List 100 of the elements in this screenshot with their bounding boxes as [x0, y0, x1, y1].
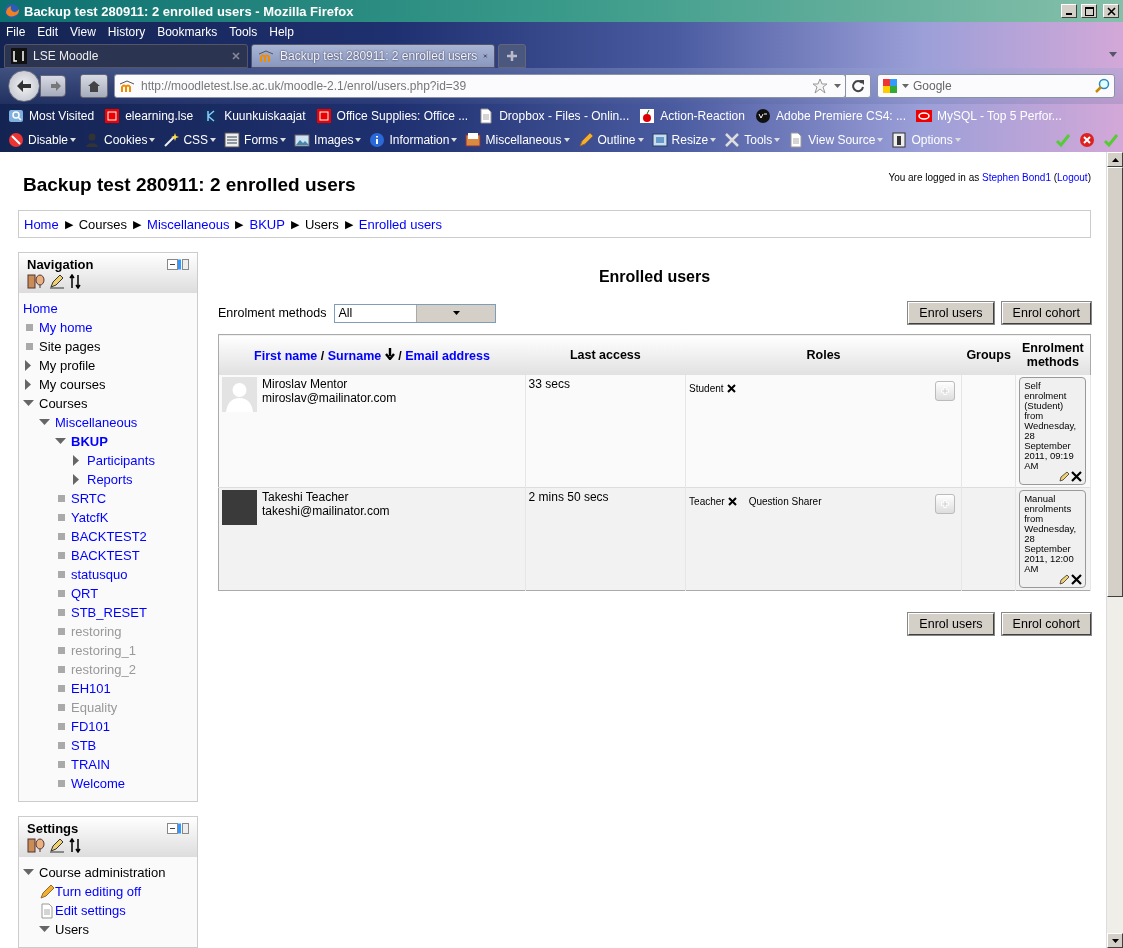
enrolment-methods-select[interactable]: All: [334, 303, 497, 323]
search-icon[interactable]: [1094, 78, 1110, 94]
nav-item[interactable]: QRT: [71, 586, 99, 601]
nav-item[interactable]: BKUP: [71, 434, 108, 449]
collapsed-arrow-icon[interactable]: [71, 455, 82, 466]
close-button[interactable]: [1103, 4, 1119, 18]
nav-item[interactable]: Site pages: [39, 339, 101, 354]
scrollbar[interactable]: [1106, 152, 1123, 948]
toolbar-menu[interactable]: Resize: [651, 132, 717, 148]
expanded-arrow-icon[interactable]: [23, 867, 34, 878]
action-button[interactable]: Enrol cohort: [1001, 613, 1091, 635]
expanded-arrow-icon[interactable]: [23, 398, 34, 409]
menu-item[interactable]: History: [107, 25, 146, 39]
back-button[interactable]: [8, 70, 40, 102]
nav-item[interactable]: BACKTEST2: [71, 529, 147, 544]
home-button[interactable]: [80, 74, 108, 98]
expanded-arrow-icon[interactable]: [39, 924, 50, 935]
link[interactable]: Logout: [1057, 172, 1088, 183]
nav-item[interactable]: Miscellaneous: [55, 415, 138, 430]
nav-item[interactable]: Welcome: [71, 776, 125, 791]
nav-item[interactable]: Users: [55, 922, 89, 937]
address-bar[interactable]: http://moodletest.lse.ac.uk/moodle-2.1/enrol/users.php?id=39: [114, 74, 846, 98]
dropdown-arrow-icon[interactable]: [902, 84, 909, 88]
breadcrumb-link[interactable]: BKUP: [249, 216, 285, 232]
address-field[interactable]: http://moodletest.lse.ac.uk/moodle-2.1/enrol/users.php?id=39: [141, 79, 806, 93]
toolbar-menu[interactable]: Disable: [8, 132, 77, 148]
sort-link[interactable]: Email address: [405, 348, 490, 363]
menu-item[interactable]: Help: [269, 25, 294, 39]
nav-item[interactable]: My courses: [39, 377, 106, 392]
edit-icon[interactable]: [49, 274, 65, 289]
toolbar-menu[interactable]: Tools: [724, 132, 781, 148]
reload-button[interactable]: [845, 74, 871, 98]
edit-icon[interactable]: [1059, 574, 1071, 585]
toolbar-menu[interactable]: Forms: [224, 132, 287, 148]
search-field[interactable]: Google: [913, 79, 1090, 93]
bookmark[interactable]: Action-Reaction: [639, 108, 745, 124]
nav-item[interactable]: My home: [39, 320, 93, 335]
nav-item[interactable]: My profile: [39, 358, 96, 373]
nav-item[interactable]: Edit settings: [55, 903, 126, 918]
remove-icon[interactable]: [727, 497, 737, 506]
nav-item[interactable]: Reports: [87, 472, 133, 487]
delete-icon[interactable]: [1071, 471, 1083, 482]
menu-item[interactable]: Edit: [37, 25, 59, 39]
bookmark[interactable]: Dropbox - Files - Onlin...: [478, 108, 630, 124]
dock-icon[interactable]: [167, 258, 189, 271]
nav-item[interactable]: Participants: [87, 453, 155, 468]
toolbar-menu[interactable]: Information: [369, 132, 458, 148]
nav-item[interactable]: Courses: [39, 396, 88, 411]
toolbar-menu[interactable]: Images: [294, 132, 362, 148]
nav-item[interactable]: Home: [23, 301, 58, 316]
maximize-button[interactable]: [1081, 4, 1097, 18]
breadcrumb-link[interactable]: Home: [24, 216, 59, 232]
remove-icon[interactable]: [726, 384, 736, 393]
bookmark[interactable]: Most Visited: [8, 108, 95, 124]
nav-item[interactable]: YatcfK: [71, 510, 109, 525]
menu-item[interactable]: Bookmarks: [157, 25, 218, 39]
bookmark[interactable]: Kuunkuiskaajat: [203, 108, 306, 124]
toolbar-menu[interactable]: View Source: [788, 132, 884, 148]
action-button[interactable]: Enrol cohort: [1001, 302, 1091, 324]
close-tab-icon[interactable]: [231, 51, 241, 61]
move-icon[interactable]: [69, 838, 81, 853]
close-tab-icon[interactable]: [483, 51, 488, 61]
browser-tab[interactable]: LSE Moodle: [4, 44, 248, 68]
toolbar-menu[interactable]: Outline: [577, 132, 644, 148]
nav-item[interactable]: statusquo: [71, 567, 128, 582]
toolbar-menu[interactable]: Cookies: [84, 132, 156, 148]
search-bar[interactable]: Google: [877, 74, 1115, 98]
breadcrumb-link[interactable]: Miscellaneous: [147, 216, 230, 232]
edit-icon[interactable]: [1059, 471, 1071, 482]
edit-icon[interactable]: [49, 838, 65, 853]
nav-item[interactable]: BACKTEST: [71, 548, 140, 563]
menu-item[interactable]: File: [6, 25, 26, 39]
nav-item[interactable]: FD101: [71, 719, 111, 734]
toolbar-menu[interactable]: CSS: [163, 132, 217, 148]
expanded-arrow-icon[interactable]: [55, 436, 66, 447]
new-tab-button[interactable]: [498, 44, 526, 68]
delete-icon[interactable]: [1071, 574, 1083, 585]
dock-icon[interactable]: [167, 822, 189, 835]
sort-link[interactable]: Surname: [327, 348, 382, 363]
bookmark[interactable]: Office Supplies: Office ...: [315, 108, 469, 124]
nav-item[interactable]: SRTC: [71, 491, 107, 506]
menu-item[interactable]: Tools: [229, 25, 258, 39]
move-icon[interactable]: [69, 274, 81, 289]
collapsed-arrow-icon[interactable]: [23, 379, 34, 390]
forward-button[interactable]: [40, 75, 66, 97]
people-icon[interactable]: [27, 274, 45, 289]
star-icon[interactable]: [812, 78, 828, 94]
toolbar-menu[interactable]: Miscellaneous: [465, 132, 570, 148]
nav-item[interactable]: STB: [71, 738, 97, 753]
nav-item[interactable]: Course administration: [39, 865, 166, 880]
minimize-button[interactable]: [1061, 4, 1077, 18]
collapsed-arrow-icon[interactable]: [23, 360, 34, 371]
dropdown-arrow-icon[interactable]: [834, 84, 841, 88]
sort-link[interactable]: First name: [254, 348, 318, 363]
nav-item[interactable]: TRAIN: [71, 757, 110, 772]
search-engine-icon[interactable]: [882, 78, 898, 94]
expanded-arrow-icon[interactable]: [39, 417, 50, 428]
action-button[interactable]: Enrol users: [908, 613, 994, 635]
link[interactable]: Stephen Bond1: [982, 172, 1051, 183]
nav-item[interactable]: STB_RESET: [71, 605, 147, 620]
